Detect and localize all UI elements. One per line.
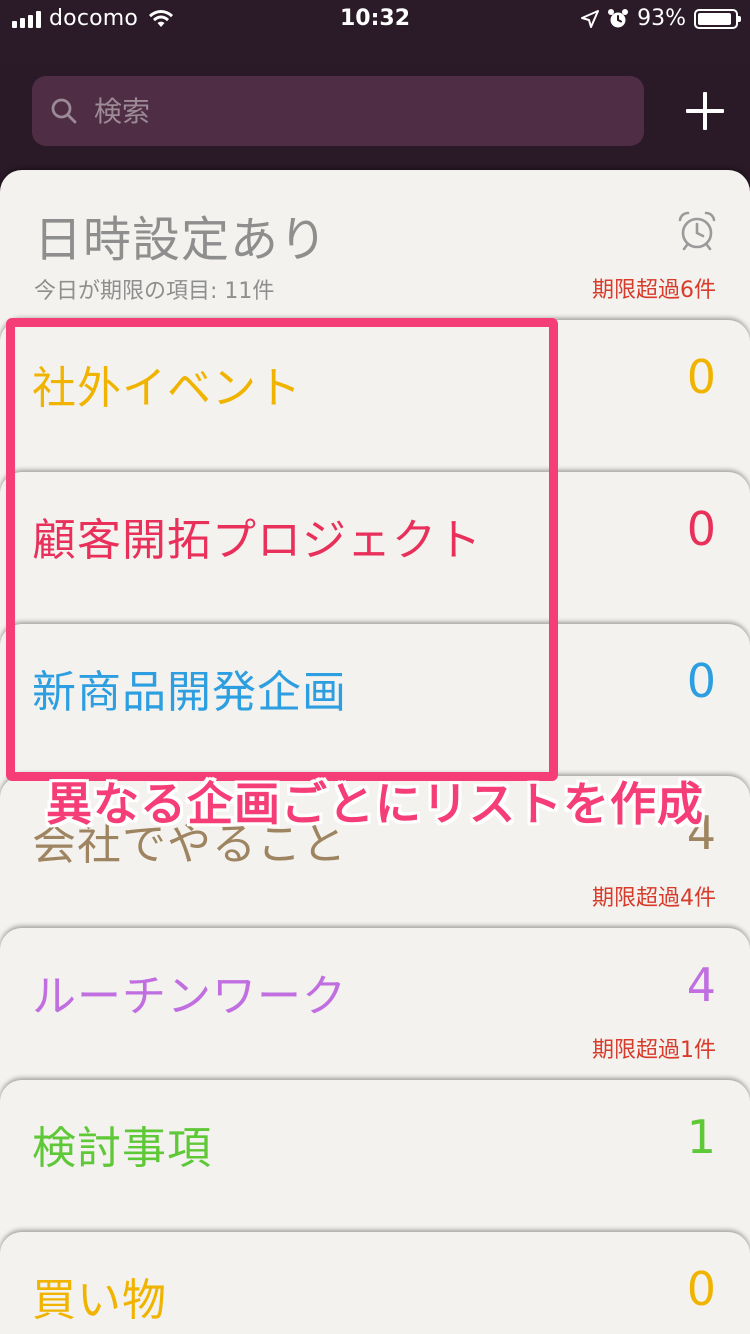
list-title: 会社でやること — [32, 819, 347, 870]
list-count: 0 — [686, 1262, 716, 1316]
list-title: 社外イベント — [32, 363, 302, 414]
list-count: 4 — [686, 958, 716, 1012]
battery-icon — [694, 8, 741, 29]
list-title: 新商品開発企画 — [32, 667, 347, 718]
reminders-screen: docomo 10:32 93% 検索 日時設定あり 今日が期限の項目: 11件… — [0, 0, 750, 1334]
list-title: 顧客開拓プロジェクト — [32, 515, 482, 566]
scheduled-subtitle: 今日が期限の項目: 11件 — [34, 279, 275, 304]
list-count: 4 — [686, 806, 716, 860]
scheduled-title: 日時設定あり — [34, 212, 329, 268]
alarm-icon — [608, 8, 629, 27]
list-card-6[interactable]: 買い物 0 — [0, 1232, 750, 1334]
location-icon — [581, 9, 600, 28]
status-bar: docomo 10:32 93% — [0, 0, 750, 40]
add-list-button[interactable] — [684, 90, 726, 132]
list-overdue: 期限超過1件 — [592, 1038, 716, 1063]
list-count: 0 — [686, 654, 716, 708]
list-count: 0 — [686, 350, 716, 404]
battery-fill — [698, 12, 732, 25]
search-bar[interactable] — [32, 76, 644, 146]
search-input[interactable] — [92, 93, 576, 129]
list-count: 1 — [686, 1110, 716, 1164]
battery-percent: 93% — [637, 6, 686, 31]
list-title: 検討事項 — [32, 1123, 212, 1174]
list-overdue: 期限超過4件 — [592, 886, 716, 911]
list-title: ルーチンワーク — [32, 971, 347, 1022]
scheduled-overdue: 期限超過6件 — [592, 278, 716, 303]
alarm-clock-icon — [678, 211, 716, 251]
list-title: 買い物 — [32, 1275, 167, 1326]
search-icon — [51, 98, 77, 124]
list-count: 0 — [686, 502, 716, 556]
status-right: 93% — [581, 6, 741, 31]
